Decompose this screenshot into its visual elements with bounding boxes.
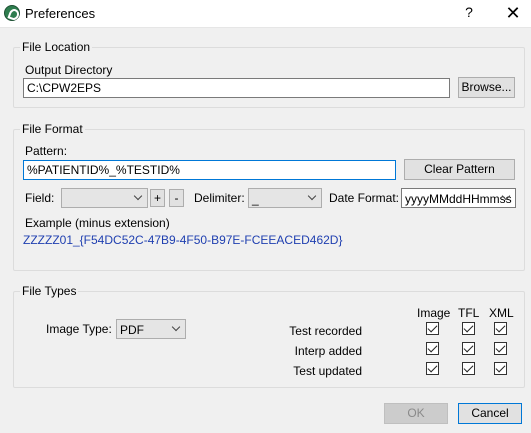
file-format-legend: File Format	[20, 122, 85, 136]
ok-button[interactable]: OK	[384, 403, 448, 424]
chevron-down-icon	[171, 324, 181, 334]
date-format-label: Date Format:	[329, 191, 400, 205]
column-header-xml: XML	[489, 306, 514, 320]
output-directory-label: Output Directory	[25, 63, 113, 77]
image-type-select[interactable]: PDF	[116, 319, 186, 339]
example-value: ZZZZZ01_{F54DC52C-47B9-4F50-B97E-FCEEACE…	[23, 233, 343, 247]
checkbox-test-recorded-tfl[interactable]	[462, 322, 475, 335]
column-header-image: Image	[417, 306, 451, 320]
row-label-test-updated: Test updated	[293, 364, 362, 378]
checkbox-test-updated-image[interactable]	[426, 362, 439, 375]
file-location-legend: File Location	[20, 40, 93, 54]
title-bar: Preferences ? ✕	[0, 0, 531, 28]
cancel-button[interactable]: Cancel	[458, 403, 522, 424]
checkbox-interp-added-xml[interactable]	[494, 342, 507, 355]
output-directory-field[interactable]: C:\CPW2EPS	[23, 78, 450, 98]
checkbox-interp-added-tfl[interactable]	[462, 342, 475, 355]
delimiter-select[interactable]: _	[248, 188, 322, 208]
file-types-legend: File Types	[20, 284, 79, 298]
row-label-test-recorded: Test recorded	[289, 324, 362, 338]
chevron-down-icon	[307, 193, 317, 203]
window-title: Preferences	[25, 6, 96, 21]
help-button[interactable]: ?	[461, 4, 477, 22]
checkbox-interp-added-image[interactable]	[426, 342, 439, 355]
field-label: Field:	[25, 191, 55, 205]
clear-pattern-button[interactable]: Clear Pattern	[404, 159, 515, 180]
field-select[interactable]	[61, 188, 148, 208]
close-button[interactable]: ✕	[502, 2, 524, 24]
image-type-select-value: PDF	[120, 323, 144, 337]
checkbox-test-recorded-xml[interactable]	[494, 322, 507, 335]
add-field-button[interactable]: +	[150, 189, 165, 207]
pattern-label: Pattern:	[25, 144, 68, 158]
browse-button[interactable]: Browse...	[458, 77, 515, 98]
remove-field-button[interactable]: -	[169, 189, 184, 207]
checkbox-test-recorded-image[interactable]	[426, 322, 439, 335]
date-format-select-value: yyyyMMddHHmmss	[405, 192, 512, 206]
row-label-interp-added: Interp added	[294, 344, 362, 358]
delimiter-label: Delimiter:	[194, 191, 245, 205]
delimiter-select-value: _	[252, 192, 259, 206]
example-label: Example (minus extension)	[25, 216, 170, 230]
date-format-select[interactable]: yyyyMMddHHmmss	[401, 188, 516, 208]
checkbox-test-updated-xml[interactable]	[494, 362, 507, 375]
app-logo-icon	[4, 5, 20, 21]
column-header-tfl: TFL	[458, 306, 480, 320]
checkbox-test-updated-tfl[interactable]	[462, 362, 475, 375]
chevron-down-icon	[501, 193, 511, 203]
image-type-label: Image Type:	[46, 322, 112, 336]
pattern-field[interactable]: %PATIENTID%_%TESTID%	[23, 160, 396, 180]
chevron-down-icon	[133, 193, 143, 203]
